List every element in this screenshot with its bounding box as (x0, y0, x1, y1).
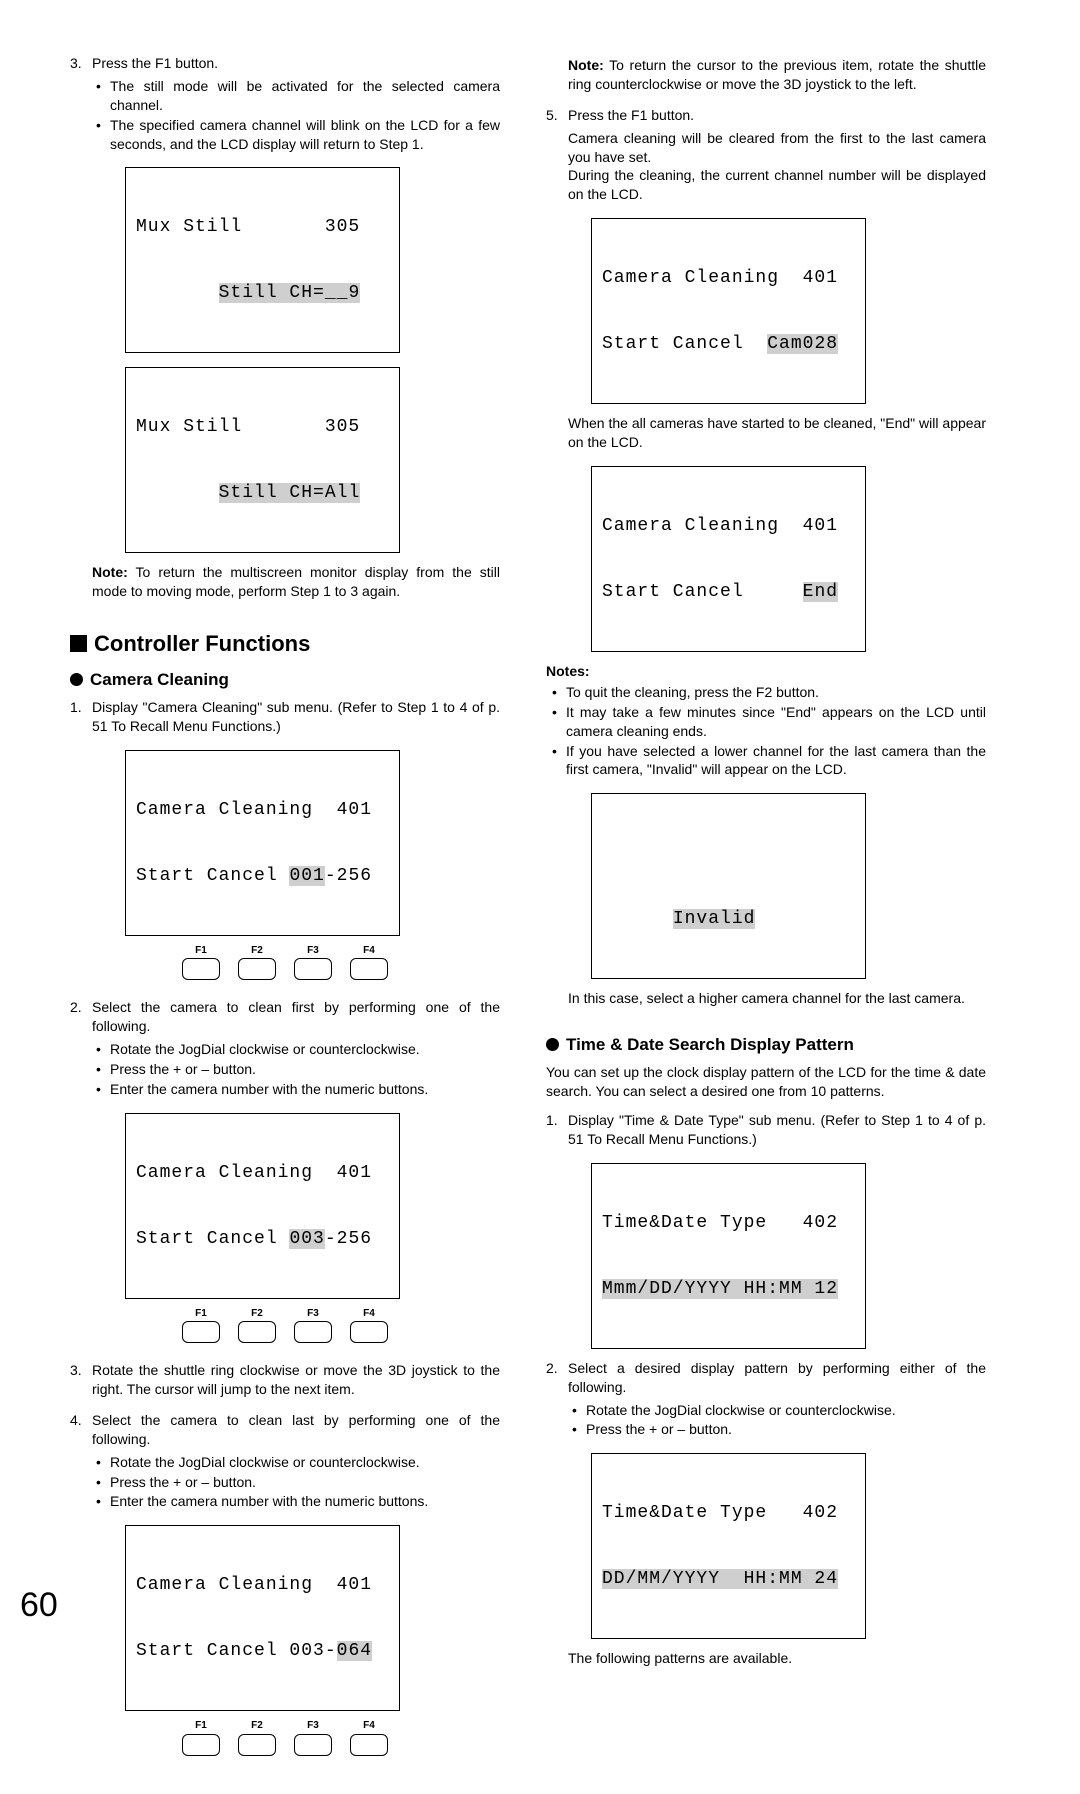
lcd-mux-still-1: Mux Still 305 Still CH=__9 (125, 167, 400, 353)
fkey-button-icon (350, 1321, 388, 1343)
fkey-button-icon (238, 1321, 276, 1343)
lcd-row: Mux Still 305 (136, 216, 389, 238)
subsection-time-date: Time & Date Search Display Pattern (546, 1034, 986, 1057)
fkey-button-icon (182, 1734, 220, 1756)
step-3-bullets: The still mode will be activated for the… (70, 77, 500, 154)
cc-step-5-p1: Camera cleaning will be cleared from the… (568, 129, 986, 167)
notes-item: To quit the cleaning, press the F2 butto… (552, 683, 986, 702)
invalid-tail: In this case, select a higher camera cha… (568, 989, 986, 1008)
td-tail: The following patterns are available. (568, 1649, 986, 1668)
note-cursor-prev: Note: To return the cursor to the previo… (568, 56, 986, 94)
cc-step-4-bullets: Rotate the JogDial clockwise or counterc… (70, 1453, 500, 1512)
notes-header: Notes: (546, 662, 986, 681)
step-3-b1: The still mode will be activated for the… (96, 77, 500, 115)
td-step-1: 1. Display "Time & Date Type" sub menu. … (546, 1111, 986, 1149)
cc-step-2-bullets: Rotate the JogDial clockwise or counterc… (70, 1040, 500, 1099)
lcd-row: Still CH=__9 (136, 282, 389, 304)
fkey-button-icon (294, 958, 332, 980)
note-text: To return the multiscreen monitor displa… (92, 564, 500, 599)
step-3: 3. Press the F1 button. (70, 54, 500, 73)
fkey-label: F4 (363, 944, 375, 958)
notes-item: If you have selected a lower channel for… (552, 742, 986, 780)
fkey-button-icon (182, 1321, 220, 1343)
fkey-button-icon (238, 1734, 276, 1756)
fkey-button-icon (182, 958, 220, 980)
step-3-b2: The specified camera channel will blink … (96, 116, 500, 154)
td-intro: You can set up the clock display pattern… (546, 1063, 986, 1101)
note-label: Note: (92, 564, 128, 580)
step-3-num: 3. (70, 54, 92, 73)
lcd-cc-3: Camera Cleaning 401 Start Cancel 003-064 (125, 1525, 400, 1711)
cc-step-3: 3. Rotate the shuttle ring clockwise or … (70, 1361, 500, 1399)
cc-step-1: 1. Display "Camera Cleaning" sub menu. (… (70, 698, 500, 736)
fkey-label: F1 (195, 944, 207, 958)
lcd-td-1: Time&Date Type 402 Mmm/DD/YYYY HH:MM 12 (591, 1163, 866, 1349)
lcd-cc-2: Camera Cleaning 401 Start Cancel 003-256 (125, 1113, 400, 1299)
fkey-button-icon (350, 958, 388, 980)
cc-end-text: When the all cameras have started to be … (568, 414, 986, 452)
cc-step-5-p2: During the cleaning, the current channel… (568, 166, 986, 204)
note-multiscreen: Note: To return the multiscreen monitor … (92, 563, 500, 601)
lcd-cc-1: Camera Cleaning 401 Start Cancel 001-256 (125, 750, 400, 936)
fkey-label: F3 (307, 944, 319, 958)
lcd-highlight: Still CH=__9 (219, 283, 361, 303)
cc-step-5: 5. Press the F1 button. (546, 106, 986, 125)
fkeys-row: F1 F2 F3 F4 (70, 1307, 500, 1344)
lcd-cc-a: Camera Cleaning 401 Start Cancel Cam028 (591, 218, 866, 404)
notes-item: It may take a few minutes since "End" ap… (552, 703, 986, 741)
cc-step-4: 4. Select the camera to clean last by pe… (70, 1411, 500, 1449)
lcd-cc-b: Camera Cleaning 401 Start Cancel End (591, 466, 866, 652)
td-step-2-bullets: Rotate the JogDial clockwise or counterc… (546, 1401, 986, 1440)
lcd-mux-still-2: Mux Still 305 Still CH=All (125, 367, 400, 553)
lcd-row: Mux Still 305 (136, 416, 389, 438)
lcd-td-2: Time&Date Type 402 DD/MM/YYYY HH:MM 24 (591, 1453, 866, 1639)
notes-list: To quit the cleaning, press the F2 butto… (546, 683, 986, 779)
lcd-invalid: Invalid (591, 793, 866, 979)
section-controller-functions: Controller Functions (70, 629, 500, 659)
step-3-text: Press the F1 button. (92, 54, 500, 73)
fkey-button-icon (238, 958, 276, 980)
td-step-2: 2. Select a desired display pattern by p… (546, 1359, 986, 1397)
fkeys-row: F1 F2 F3 F4 (70, 1719, 500, 1756)
fkey-button-icon (350, 1734, 388, 1756)
lcd-row: Still CH=All (136, 482, 389, 504)
subsection-camera-cleaning: Camera Cleaning (70, 669, 500, 692)
cc-step-2: 2. Select the camera to clean first by p… (70, 998, 500, 1036)
lcd-highlight: Still CH=All (219, 483, 361, 503)
fkey-label: F2 (251, 944, 263, 958)
fkey-button-icon (294, 1321, 332, 1343)
fkey-button-icon (294, 1734, 332, 1756)
page-number: 60 (20, 1583, 58, 1629)
fkeys-row: F1 F2 F3 F4 (70, 944, 500, 981)
